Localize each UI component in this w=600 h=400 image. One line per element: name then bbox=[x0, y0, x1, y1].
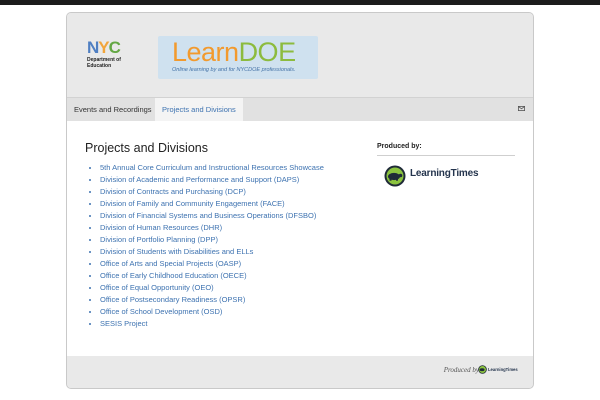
footer-learningtimes-logo[interactable]: LearningTimes bbox=[478, 365, 518, 375]
list-item: Division of Human Resources (DHR) bbox=[100, 222, 324, 234]
learndoe-learn: Learn bbox=[172, 37, 239, 67]
project-link[interactable]: Division of Financial Systems and Busine… bbox=[100, 211, 316, 220]
project-list: 5th Annual Core Curriculum and Instructi… bbox=[87, 162, 324, 330]
tab-projects-and-divisions[interactable]: Projects and Divisions bbox=[155, 98, 243, 121]
project-link[interactable]: Division of Students with Disabilities a… bbox=[100, 247, 253, 256]
list-item: Division of Students with Disabilities a… bbox=[100, 246, 324, 258]
list-item: Office of Early Childhood Education (OEC… bbox=[100, 270, 324, 282]
list-item: SESIS Project bbox=[100, 318, 324, 330]
list-item: Division of Contracts and Purchasing (DC… bbox=[100, 186, 324, 198]
nyc-wordmark: NYC bbox=[87, 39, 129, 56]
project-link[interactable]: Division of Portfolio Planning (DPP) bbox=[100, 235, 218, 244]
site-header: NYC Department of Education LearnDOE Onl… bbox=[67, 13, 533, 97]
list-item: Office of Arts and Special Projects (OAS… bbox=[100, 258, 324, 270]
produced-by-heading: Produced by: bbox=[377, 143, 422, 150]
list-item: Office of School Development (OSD) bbox=[100, 306, 324, 318]
nyc-letter-c: C bbox=[108, 38, 121, 57]
learndoe-logo[interactable]: LearnDOE Online learning by and for NYCD… bbox=[158, 36, 318, 79]
learndoe-wordmark: LearnDOE bbox=[172, 37, 296, 67]
learndoe-doe: DOE bbox=[238, 37, 297, 67]
learndoe-tagline: Online learning by and for NYCDOE profes… bbox=[172, 67, 296, 73]
learningtimes-logo[interactable]: LearningTimes bbox=[384, 163, 494, 189]
page-frame: NYC Department of Education LearnDOE Onl… bbox=[66, 12, 534, 389]
list-item: 5th Annual Core Curriculum and Instructi… bbox=[100, 162, 324, 174]
divider bbox=[377, 155, 515, 156]
site-footer: Produced by LearningTimes bbox=[67, 356, 533, 388]
main-nav: Events and Recordings Projects and Divis… bbox=[67, 97, 533, 122]
page-title: Projects and Divisions bbox=[85, 141, 208, 155]
project-link[interactable]: Office of School Development (OSD) bbox=[100, 307, 222, 316]
nyc-letter-n: N bbox=[87, 38, 99, 57]
project-link[interactable]: Division of Academic and Performance and… bbox=[100, 175, 299, 184]
turtle-icon bbox=[384, 165, 406, 187]
footer-learningtimes-wordmark: LearningTimes bbox=[488, 367, 518, 372]
list-item: Office of Postsecondary Readiness (OPSR) bbox=[100, 294, 324, 306]
nyc-letter-y: Y bbox=[98, 38, 109, 57]
project-link[interactable]: Division of Human Resources (DHR) bbox=[100, 223, 222, 232]
footer-turtle-icon bbox=[478, 365, 487, 374]
tab-events-and-recordings[interactable]: Events and Recordings bbox=[67, 98, 159, 121]
project-link[interactable]: SESIS Project bbox=[100, 319, 148, 328]
list-item: Division of Portfolio Planning (DPP) bbox=[100, 234, 324, 246]
list-item: Office of Equal Opportunity (OEO) bbox=[100, 282, 324, 294]
project-link[interactable]: Division of Family and Community Engagem… bbox=[100, 199, 285, 208]
list-item: Division of Family and Community Engagem… bbox=[100, 198, 324, 210]
nyc-doe-logo[interactable]: NYC Department of Education bbox=[87, 39, 129, 71]
project-link[interactable]: 5th Annual Core Curriculum and Instructi… bbox=[100, 163, 324, 172]
list-item: Division of Financial Systems and Busine… bbox=[100, 210, 324, 222]
project-link[interactable]: Office of Equal Opportunity (OEO) bbox=[100, 283, 214, 292]
project-link[interactable]: Office of Early Childhood Education (OEC… bbox=[100, 271, 247, 280]
nyc-department-line-2: Education bbox=[87, 63, 112, 69]
main-content: Projects and Divisions 5th Annual Core C… bbox=[67, 121, 533, 357]
nyc-department-label: Department of Education bbox=[87, 57, 129, 69]
envelope-icon[interactable] bbox=[518, 106, 525, 111]
footer-produced-by: Produced by bbox=[443, 366, 479, 374]
list-item: Division of Academic and Performance and… bbox=[100, 174, 324, 186]
project-link[interactable]: Division of Contracts and Purchasing (DC… bbox=[100, 187, 246, 196]
learningtimes-wordmark: LearningTimes bbox=[410, 168, 479, 179]
project-link[interactable]: Office of Arts and Special Projects (OAS… bbox=[100, 259, 241, 268]
project-link[interactable]: Office of Postsecondary Readiness (OPSR) bbox=[100, 295, 245, 304]
top-bar bbox=[0, 0, 600, 5]
